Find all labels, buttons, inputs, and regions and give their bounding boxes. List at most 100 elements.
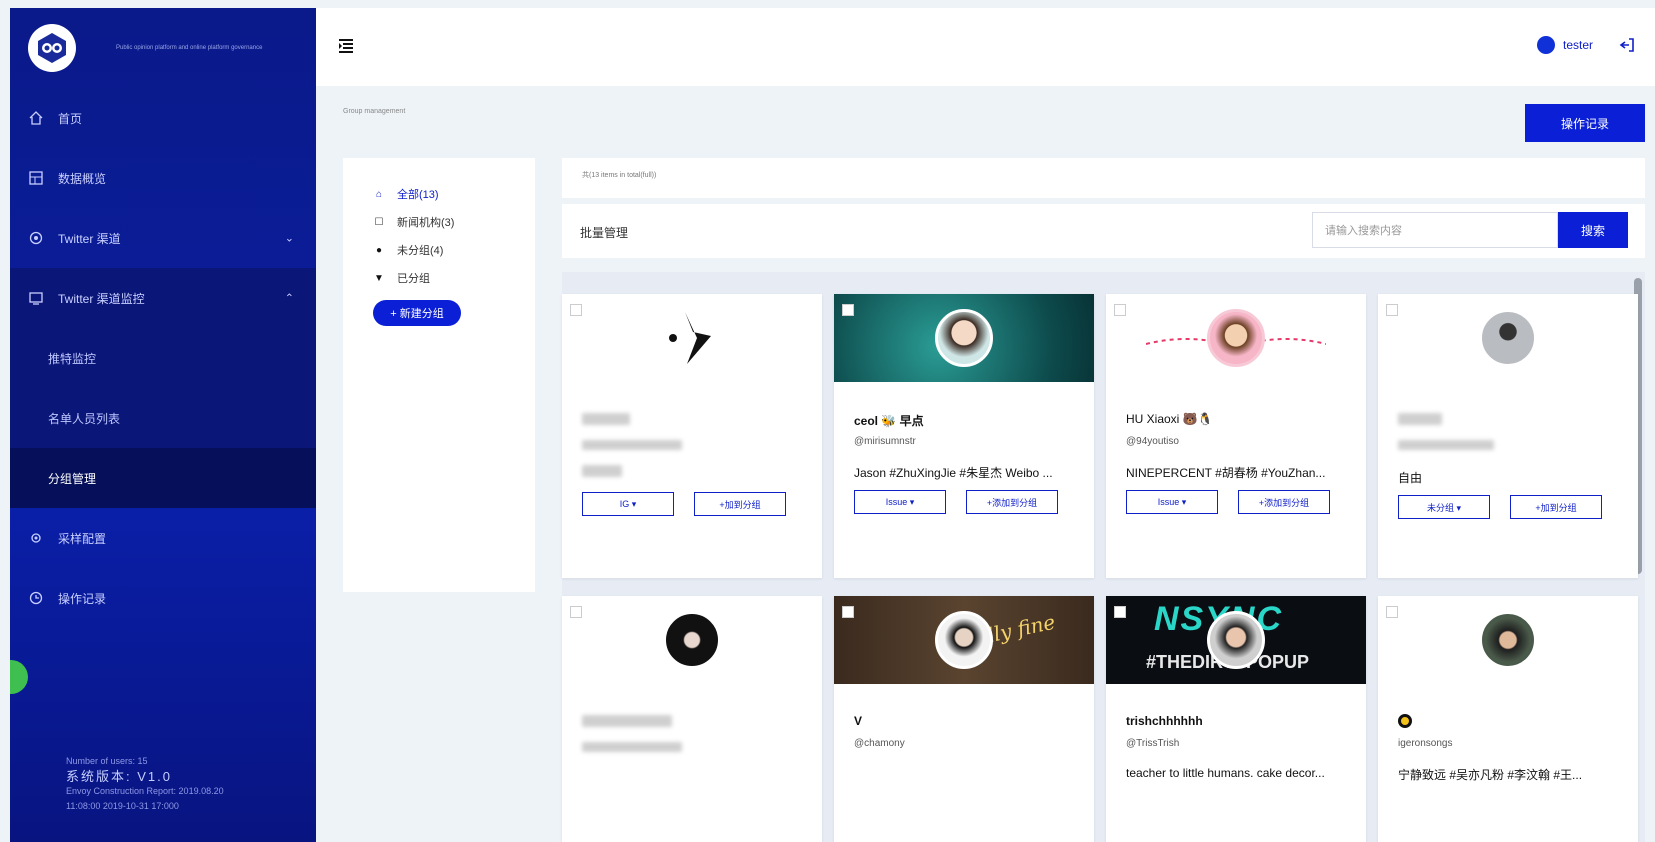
card-checkbox[interactable]	[842, 304, 854, 316]
account-name: trishchhhhhh	[1126, 714, 1203, 728]
sidebar-item-overview[interactable]: 数据概览	[10, 148, 316, 208]
sidebar-item-label: Twitter 渠道	[58, 231, 121, 246]
blurred-name	[582, 413, 630, 425]
add-to-group-button[interactable]: +加到分组	[694, 492, 786, 516]
avatar	[1207, 611, 1265, 669]
username: tester	[1562, 38, 1593, 52]
card-banner: NSYNC #THEDIRTYPOPUP	[1106, 596, 1366, 684]
logo[interactable]	[28, 24, 76, 72]
account-bio: NINEPERCENT #胡春杨 #YouZhan...	[1126, 466, 1326, 480]
group-ungrouped[interactable]: ● 未分组(4)	[373, 236, 535, 264]
sidebar-subitem-list[interactable]: 名单人员列表	[10, 388, 316, 448]
avatar	[1207, 309, 1265, 367]
total-info: 共(13 items in total(full))	[562, 158, 1645, 198]
user-menu[interactable]: tester	[1536, 36, 1635, 54]
blurred-name	[1398, 413, 1442, 425]
account-bio: Jason #ZhuXingJie #朱星杰 Weibo ...	[854, 466, 1053, 480]
sidebar-item-label: 数据概览	[58, 171, 107, 186]
report-date: 11:08:00 2019-10-31 17:000	[66, 801, 179, 811]
filter-bar: 批量管理 请输入搜索内容 搜索	[562, 204, 1645, 258]
sidebar-item-label: 首页	[58, 111, 83, 126]
sidebar-subitem-group-management[interactable]: 分组管理	[10, 448, 316, 508]
blurred-bio	[582, 465, 622, 477]
home-icon: ⌂	[375, 188, 383, 200]
group-news[interactable]: ☐ 新闻机构(3)	[373, 208, 535, 236]
card-banner	[1378, 294, 1638, 382]
sidebar-item-label: 操作记录	[58, 591, 107, 606]
sidebar-item-home[interactable]: 首页	[10, 88, 316, 148]
account-name: V	[854, 714, 863, 728]
account-card[interactable]: IG ▾ +加到分组	[562, 294, 822, 578]
card-checkbox[interactable]	[1114, 304, 1126, 316]
group-select[interactable]: Issue ▾	[1126, 490, 1218, 514]
sidebar-item-label: 采样配置	[58, 531, 107, 546]
card-checkbox[interactable]	[1386, 304, 1398, 316]
brand-logo-icon	[669, 312, 711, 364]
default-avatar-icon	[1479, 309, 1537, 367]
group-select[interactable]: Issue ▾	[854, 490, 946, 514]
group-select[interactable]: 未分组 ▾	[1398, 495, 1490, 519]
operation-log-button[interactable]: 操作记录	[1525, 104, 1645, 142]
group-all[interactable]: ⌂ 全部(13)	[373, 180, 535, 208]
group-label: 新闻机构(3)	[397, 217, 455, 229]
new-group-button[interactable]: + 新建分组	[373, 300, 461, 326]
add-to-group-button[interactable]: +加到分组	[1510, 495, 1602, 519]
sidebar-item-sampling[interactable]: 采样配置	[10, 508, 316, 568]
account-card[interactable]: 自由 未分组 ▾ +加到分组	[1378, 294, 1638, 578]
group-panel: ⌂ 全部(13) ☐ 新闻机构(3) ● 未分组(4) ▼ 已分组 + 新建分组	[343, 158, 535, 592]
monitor-icon	[28, 290, 44, 306]
home-icon	[28, 110, 44, 126]
account-card[interactable]	[562, 596, 822, 842]
sidebar-footer: Number of users: 15 系统版本: V1.0 Envoy Con…	[66, 754, 224, 814]
add-to-group-button[interactable]: +添加到分组	[966, 490, 1058, 514]
group-select[interactable]: IG ▾	[582, 492, 674, 516]
card-banner	[1378, 596, 1638, 684]
menu-toggle-icon[interactable]	[338, 38, 354, 54]
account-handle: @TrissTrish	[1126, 738, 1180, 749]
blurred-name	[582, 715, 672, 727]
search-button[interactable]: 搜索	[1558, 212, 1628, 248]
logout-icon[interactable]	[1619, 37, 1635, 53]
card-checkbox[interactable]	[1386, 606, 1398, 618]
group-label: 未分组(4)	[397, 245, 444, 257]
account-name: HU Xiaoxi 🐻🐧	[1126, 412, 1213, 426]
account-card[interactable]: NSYNC #THEDIRTYPOPUP trishchhhhhh @Triss…	[1106, 596, 1366, 842]
account-handle: igeronsongs	[1398, 738, 1453, 749]
account-card[interactable]: ceol 🐝 早点 @mirisumnstr Jason #ZhuXingJie…	[834, 294, 1094, 578]
search-input[interactable]: 请输入搜索内容	[1312, 212, 1558, 248]
batch-manage-link[interactable]: 批量管理	[580, 224, 628, 241]
group-label: 全部(13)	[397, 189, 439, 201]
report-link[interactable]: Envoy Construction Report: 2019.08.20	[66, 784, 224, 799]
card-checkbox[interactable]	[570, 606, 582, 618]
account-bio: 自由	[1398, 471, 1423, 485]
group-grouped[interactable]: ▼ 已分组	[373, 264, 535, 292]
sidebar-item-operation-log[interactable]: 操作记录	[10, 568, 316, 628]
sidebar-item-twitter-channel[interactable]: Twitter 渠道 ⌄	[10, 208, 316, 268]
user-count: Number of users: 15	[66, 756, 148, 766]
card-banner	[562, 596, 822, 684]
floating-help-button[interactable]	[10, 660, 28, 694]
account-card[interactable]: really fine V @chamony	[834, 596, 1094, 842]
brand: Public opinion platform and online platf…	[10, 8, 316, 88]
add-to-group-button[interactable]: +添加到分组	[1238, 490, 1330, 514]
avatar	[663, 611, 721, 669]
account-handle: @mirisumnstr	[854, 436, 916, 447]
card-checkbox[interactable]	[1114, 606, 1126, 618]
sidebar-subitem-twitter-monitor[interactable]: 推特监控	[10, 328, 316, 388]
card-checkbox[interactable]	[570, 304, 582, 316]
dashboard-icon	[28, 170, 44, 186]
user-avatar-icon	[1536, 36, 1555, 54]
account-handle: @chamony	[854, 738, 905, 749]
emoji-icon	[1398, 714, 1412, 728]
sidebar: Public opinion platform and online platf…	[10, 8, 316, 842]
caret-down-icon: ▼	[374, 272, 384, 284]
account-bio: teacher to little humans. cake decor...	[1126, 766, 1325, 780]
settings-icon	[28, 530, 44, 546]
card-checkbox[interactable]	[842, 606, 854, 618]
account-card[interactable]: HU Xiaoxi 🐻🐧 @94youtiso NINEPERCENT #胡春杨…	[1106, 294, 1366, 578]
sidebar-item-twitter-monitor[interactable]: Twitter 渠道监控 ⌃	[10, 268, 316, 328]
avatar	[935, 611, 993, 669]
account-card[interactable]: igeronsongs 宁静致远 #吴亦凡粉 #李汶翰 #王...	[1378, 596, 1638, 842]
globe-icon	[28, 230, 44, 246]
account-name: ceol 🐝 早点	[854, 414, 924, 428]
